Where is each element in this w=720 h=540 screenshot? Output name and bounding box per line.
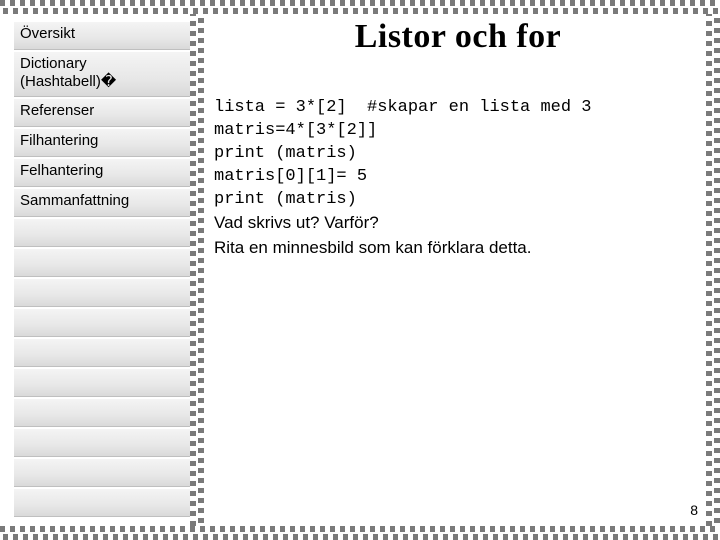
border-bottom: [0, 526, 720, 540]
sidebar-item-empty: [14, 277, 190, 307]
border-divider: [190, 14, 204, 526]
slide-title: Listor och for: [214, 18, 702, 56]
code-line: lista = 3*[2] #skapar en lista med 3: [214, 98, 591, 117]
slide-body: lista = 3*[2] #skapar en lista med 3 mat…: [214, 74, 702, 262]
sidebar-item-sammanfattning[interactable]: Sammanfattning: [14, 187, 190, 217]
sidebar-item-empty: [14, 217, 190, 247]
code-line: matris[0][1]= 5: [214, 167, 367, 186]
sidebar-item-filhantering[interactable]: Filhantering: [14, 127, 190, 157]
code-line: matris=4*[3*[2]]: [214, 121, 377, 140]
sidebar-item-referenser[interactable]: Referenser: [14, 97, 190, 127]
sidebar-item-empty: [14, 337, 190, 367]
sidebar-item-oversikt[interactable]: Översikt: [14, 20, 190, 50]
sidebar-item-felhantering[interactable]: Felhantering: [14, 157, 190, 187]
sidebar: Översikt Dictionary (Hashtabell)� Refere…: [14, 20, 190, 517]
question-line: Rita en minnesbild som kan förklara dett…: [214, 238, 532, 257]
sidebar-item-dictionary[interactable]: Dictionary (Hashtabell)�: [14, 50, 190, 97]
sidebar-item-empty: [14, 247, 190, 277]
content: Listor och for lista = 3*[2] #skapar en …: [214, 18, 702, 522]
sidebar-item-empty: [14, 367, 190, 397]
border-top: [0, 0, 720, 14]
sidebar-item-empty: [14, 457, 190, 487]
slide: Översikt Dictionary (Hashtabell)� Refere…: [0, 0, 720, 540]
code-line: print (matris): [214, 190, 357, 209]
sidebar-item-empty: [14, 427, 190, 457]
code-line: print (matris): [214, 144, 357, 163]
sidebar-item-empty: [14, 307, 190, 337]
border-right: [706, 14, 720, 526]
sidebar-item-empty: [14, 487, 190, 517]
question-line: Vad skrivs ut? Varför?: [214, 213, 379, 232]
sidebar-item-empty: [14, 397, 190, 427]
page-number: 8: [690, 502, 698, 518]
